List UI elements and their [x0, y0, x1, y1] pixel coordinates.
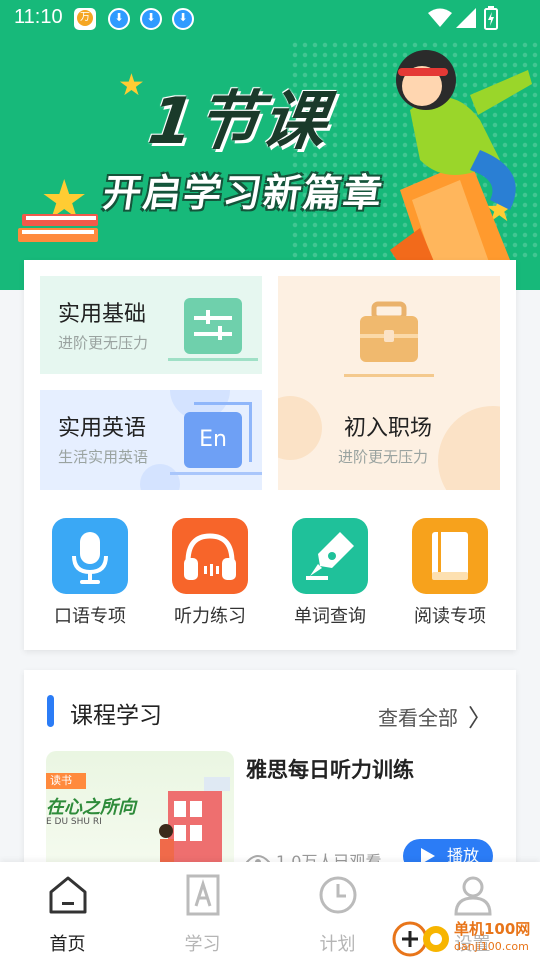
category-subtitle: 进阶更无压力	[58, 334, 149, 352]
shortcut-label: 听力练习	[174, 606, 246, 627]
signal-icon	[456, 8, 476, 28]
wanyi-app-icon	[74, 8, 96, 30]
banner-title: 1节课	[143, 85, 333, 159]
nav-home[interactable]: 首页	[0, 872, 135, 956]
pen-nib-icon	[292, 518, 368, 594]
category-workplace-tile[interactable]: 初入职场 进阶更无压力	[278, 276, 500, 490]
shortcut-vocabulary[interactable]: 单词查询	[275, 518, 385, 628]
download-icon	[172, 8, 194, 30]
watermark: 单机100网 danji100.com	[392, 918, 540, 960]
status-time: 11:10	[14, 6, 63, 28]
download-icon	[140, 8, 162, 30]
status-bar: 11:10	[0, 0, 540, 36]
download-icon	[108, 8, 130, 30]
shortcut-label: 单词查询	[294, 606, 366, 627]
course-name: 雅思每日听力训练	[246, 758, 414, 782]
decor-circle	[278, 396, 322, 460]
decor-circle	[140, 464, 180, 490]
shortcut-label: 口语专项	[54, 606, 126, 627]
category-english-tile[interactable]: 实用英语 生活实用英语 En	[40, 390, 262, 490]
see-all-link[interactable]: 查看全部〉	[378, 698, 492, 733]
book-icon	[412, 518, 488, 594]
nav-label: 学习	[184, 934, 221, 955]
section-accent-bar	[47, 695, 54, 727]
shortcut-reading[interactable]: 阅读专项	[395, 518, 505, 628]
user-icon	[450, 872, 496, 918]
category-subtitle: 生活实用英语	[58, 448, 149, 466]
shortcut-row: 口语专项 听力练习 单词查询 阅读专项	[24, 518, 516, 628]
nav-study[interactable]: 学习	[135, 872, 270, 956]
watermark-url: danji100.com	[454, 940, 529, 953]
nav-label: 计划	[319, 934, 356, 955]
top-banner[interactable]: 11:10 ★ ★ ★ 1节课 开启学习新篇章	[0, 0, 540, 290]
headphones-icon	[172, 518, 248, 594]
shortcut-listening[interactable]: 听力练习	[155, 518, 265, 628]
section-title: 课程学习	[70, 703, 162, 729]
category-title: 初入职场	[344, 416, 433, 441]
english-underline	[170, 472, 262, 475]
home-icon	[45, 872, 91, 918]
battery-icon	[484, 6, 498, 30]
nav-plan[interactable]: 计划	[270, 872, 405, 956]
see-all-label: 查看全部	[378, 706, 458, 730]
thumb-heading: 在心之所向	[46, 797, 136, 818]
watermark-logo	[392, 921, 449, 957]
category-title: 实用英语	[58, 416, 147, 441]
clock-icon	[315, 872, 361, 918]
banner-subtitle: 开启学习新篇章	[100, 171, 387, 215]
shortcut-label: 阅读专项	[414, 606, 486, 627]
category-card: 实用基础 进阶更无压力 实用英语 生活实用英语 En 初入职场 进阶更无压力 口…	[24, 260, 516, 650]
microphone-icon	[52, 518, 128, 594]
star-decoration: ★	[118, 68, 145, 103]
thumb-tag: 读书	[46, 773, 86, 789]
nav-label: 首页	[49, 934, 86, 955]
category-title: 实用基础	[58, 302, 147, 327]
briefcase-icon	[344, 301, 434, 377]
decor-circle	[438, 406, 500, 490]
wifi-icon	[428, 8, 452, 27]
study-book-icon	[180, 872, 226, 918]
student-illustration	[390, 50, 532, 280]
thumb-pinyin: E DU SHU RI	[46, 817, 102, 827]
shortcut-speaking[interactable]: 口语专项	[35, 518, 145, 628]
watermark-name: 单机100网	[454, 920, 531, 938]
sliders-icon	[168, 298, 258, 361]
category-subtitle: 进阶更无压力	[338, 448, 429, 466]
books-illustration	[18, 214, 98, 242]
category-basics-tile[interactable]: 实用基础 进阶更无压力	[40, 276, 262, 374]
chevron-right-icon: 〉	[468, 704, 492, 732]
english-badge-frame	[194, 402, 252, 462]
